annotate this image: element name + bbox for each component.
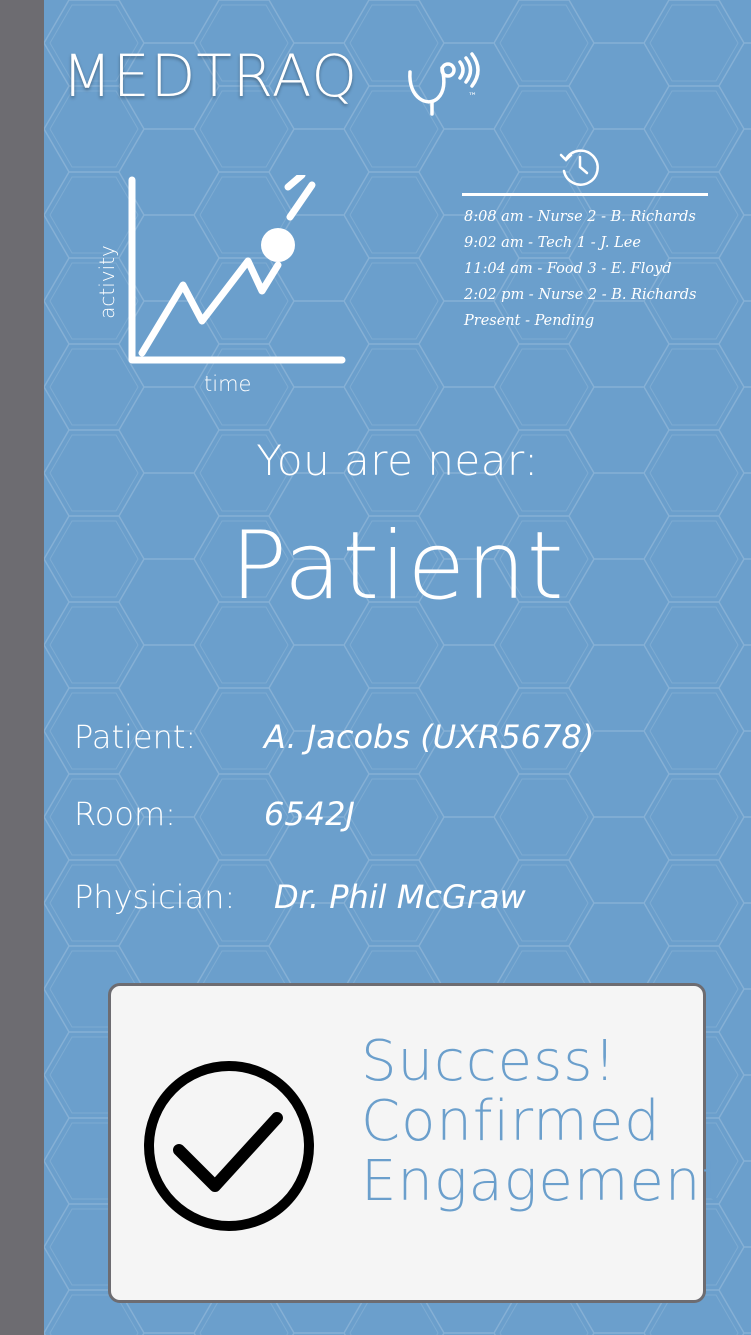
engagement-history: 8:08 am - Nurse 2 - B. Richards 9:02 am … [462,145,712,334]
history-clock-icon [559,149,599,186]
history-entry: 11:04 am - Food 3 - E. Floyd [464,261,672,277]
graph-y-axis-label: activity [95,245,119,319]
history-entry: Present - Pending [464,313,595,329]
success-confirmation-card[interactable]: Success! Confirmed Engagement [108,983,723,1303]
physician-label: Physician: [74,878,236,916]
history-entry: 2:02 pm - Nurse 2 - B. Richards [464,287,697,303]
graph-x-axis-label: time [204,372,252,396]
room-row: Room: 6542J [74,795,734,845]
room-value: 6542J [264,795,355,833]
success-message: Success! Confirmed Engagement [361,1032,724,1212]
patient-label: Patient: [74,718,197,756]
success-line-2: Confirmed [361,1089,661,1154]
physician-value: Dr. Phil McGraw [274,878,526,916]
brand-name: MEDTRAQ [62,42,359,110]
brand-logo: MEDTRAQ ™ [62,40,502,120]
patient-row: Patient: A. Jacobs (UXR5678) [74,718,734,768]
room-label: Room: [74,795,176,833]
history-list: 8:08 am - Nurse 2 - B. Richards 9:02 am … [464,204,712,334]
stethoscope-icon [408,52,480,116]
left-sidebar-strip [0,0,44,1335]
activity-graph-icon [128,175,346,364]
history-entry: 9:02 am - Tech 1 - J. Lee [464,235,641,251]
trademark-symbol: ™ [468,92,477,102]
proximity-label: You are near: [256,436,539,485]
success-line-3: Engagement [361,1149,725,1214]
checkmark-circle-icon [144,1061,314,1231]
physician-row: Physician: Dr. Phil McGraw [74,878,734,928]
history-entry: 8:08 am - Nurse 2 - B. Richards [464,209,696,225]
patient-value: A. Jacobs (UXR5678) [264,718,595,756]
success-line-1: Success! [361,1029,617,1094]
history-divider [462,193,708,196]
proximity-entity: Patient [230,512,565,621]
